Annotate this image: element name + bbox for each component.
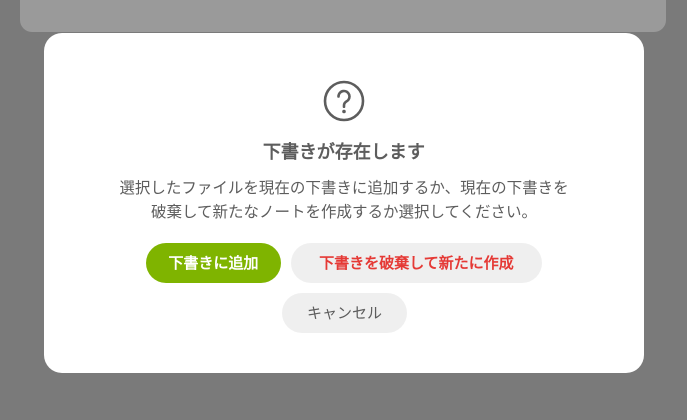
question-circle-icon xyxy=(323,80,365,122)
discard-draft-button[interactable]: 下書きを破棄して新たに作成 xyxy=(291,243,542,283)
dialog-message: 選択したファイルを現在の下書きに追加するか、現在の下書きを 破棄して新たなノート… xyxy=(44,176,644,224)
screen: 下書きが存在します 選択したファイルを現在の下書きに追加するか、現在の下書きを … xyxy=(0,0,687,420)
cancel-button[interactable]: キャンセル xyxy=(282,293,407,333)
dialog-message-line-1: 選択したファイルを現在の下書きに追加するか、現在の下書きを xyxy=(119,179,569,197)
add-to-draft-button[interactable]: 下書きに追加 xyxy=(146,243,281,283)
dialog-title: 下書きが存在します xyxy=(263,142,425,163)
background-content xyxy=(20,0,666,32)
dialog-message-line-2: 破棄して新たなノートを作成するか選択してください。 xyxy=(150,203,538,221)
draft-exists-dialog: 下書きが存在します 選択したファイルを現在の下書きに追加するか、現在の下書きを … xyxy=(44,33,644,373)
